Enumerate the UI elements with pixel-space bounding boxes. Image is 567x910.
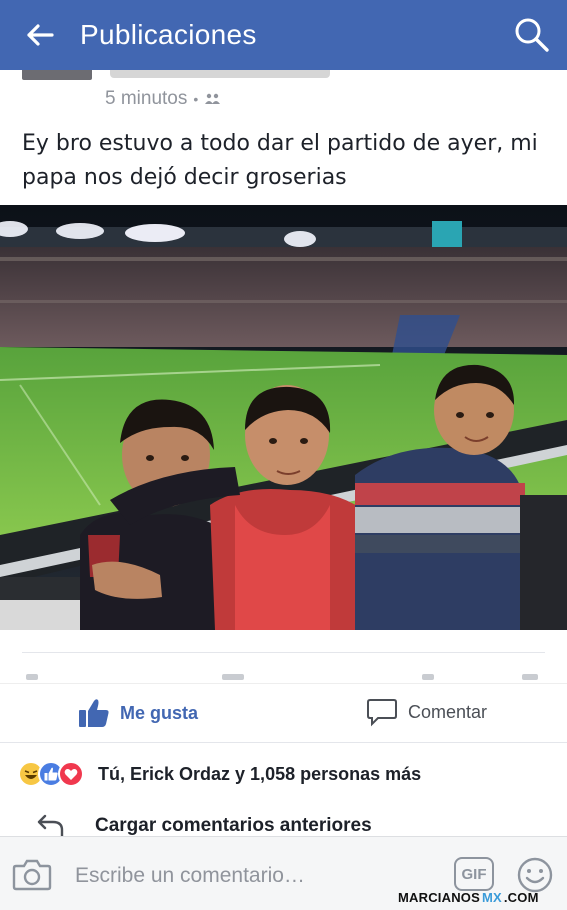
load-previous-comments[interactable]: Cargar comentarios anteriores: [35, 814, 372, 838]
post-photo[interactable]: [0, 205, 567, 630]
separator-dot: •: [193, 91, 199, 107]
friends-icon: [205, 93, 221, 104]
thumbs-up-icon: [79, 699, 109, 727]
watermark-text-c: .COM: [503, 890, 539, 905]
comment-input[interactable]: Escribe un comentario…: [75, 864, 305, 888]
top-app-bar: Publicaciones: [0, 0, 567, 70]
post-text: Ey bro estuvo a todo dar el partido de a…: [22, 131, 538, 190]
watermark-text-b: MX: [481, 890, 502, 905]
divider: [0, 742, 567, 743]
watermark-text-a: MARCIANOS: [398, 890, 480, 905]
camera-icon: [12, 859, 52, 891]
timestamp-text: 5 minutos: [105, 88, 188, 109]
like-label: Me gusta: [120, 702, 199, 723]
stadium-photo: [0, 205, 567, 630]
watermark: MARCIANOS MX .COM: [398, 890, 539, 905]
post-timestamp[interactable]: 5 minutos •: [105, 88, 222, 110]
author-name[interactable]: [110, 70, 330, 78]
back-button[interactable]: [0, 0, 80, 70]
camera-button[interactable]: [12, 858, 52, 897]
smiley-icon: [517, 857, 553, 893]
post-actions: Me gusta Comentar: [0, 683, 567, 741]
page-title: Publicaciones: [80, 19, 257, 50]
avatar[interactable]: [22, 70, 92, 80]
gif-button[interactable]: GIF: [454, 857, 494, 891]
comment-icon: [367, 699, 397, 727]
arrow-left-icon: [27, 24, 54, 46]
reply-arrow-icon: [37, 814, 64, 838]
like-button[interactable]: Me gusta: [78, 698, 198, 728]
reaction-icons: [18, 761, 84, 787]
reaction-summary-text: Tú, Erick Ordaz y 1,058 personas más: [98, 763, 422, 784]
comment-label: Comentar: [408, 701, 488, 722]
love-icon: [58, 761, 84, 787]
reactions-summary[interactable]: Tú, Erick Ordaz y 1,058 personas más: [18, 758, 421, 790]
load-previous-label: Cargar comentarios anteriores: [95, 815, 372, 836]
divider: [22, 652, 545, 653]
search-icon: [515, 18, 549, 52]
comment-button[interactable]: Comentar: [366, 697, 487, 727]
cropped-counts-row: [22, 674, 545, 680]
post-header: 5 minutos •: [0, 70, 567, 120]
search-button[interactable]: [497, 0, 567, 70]
